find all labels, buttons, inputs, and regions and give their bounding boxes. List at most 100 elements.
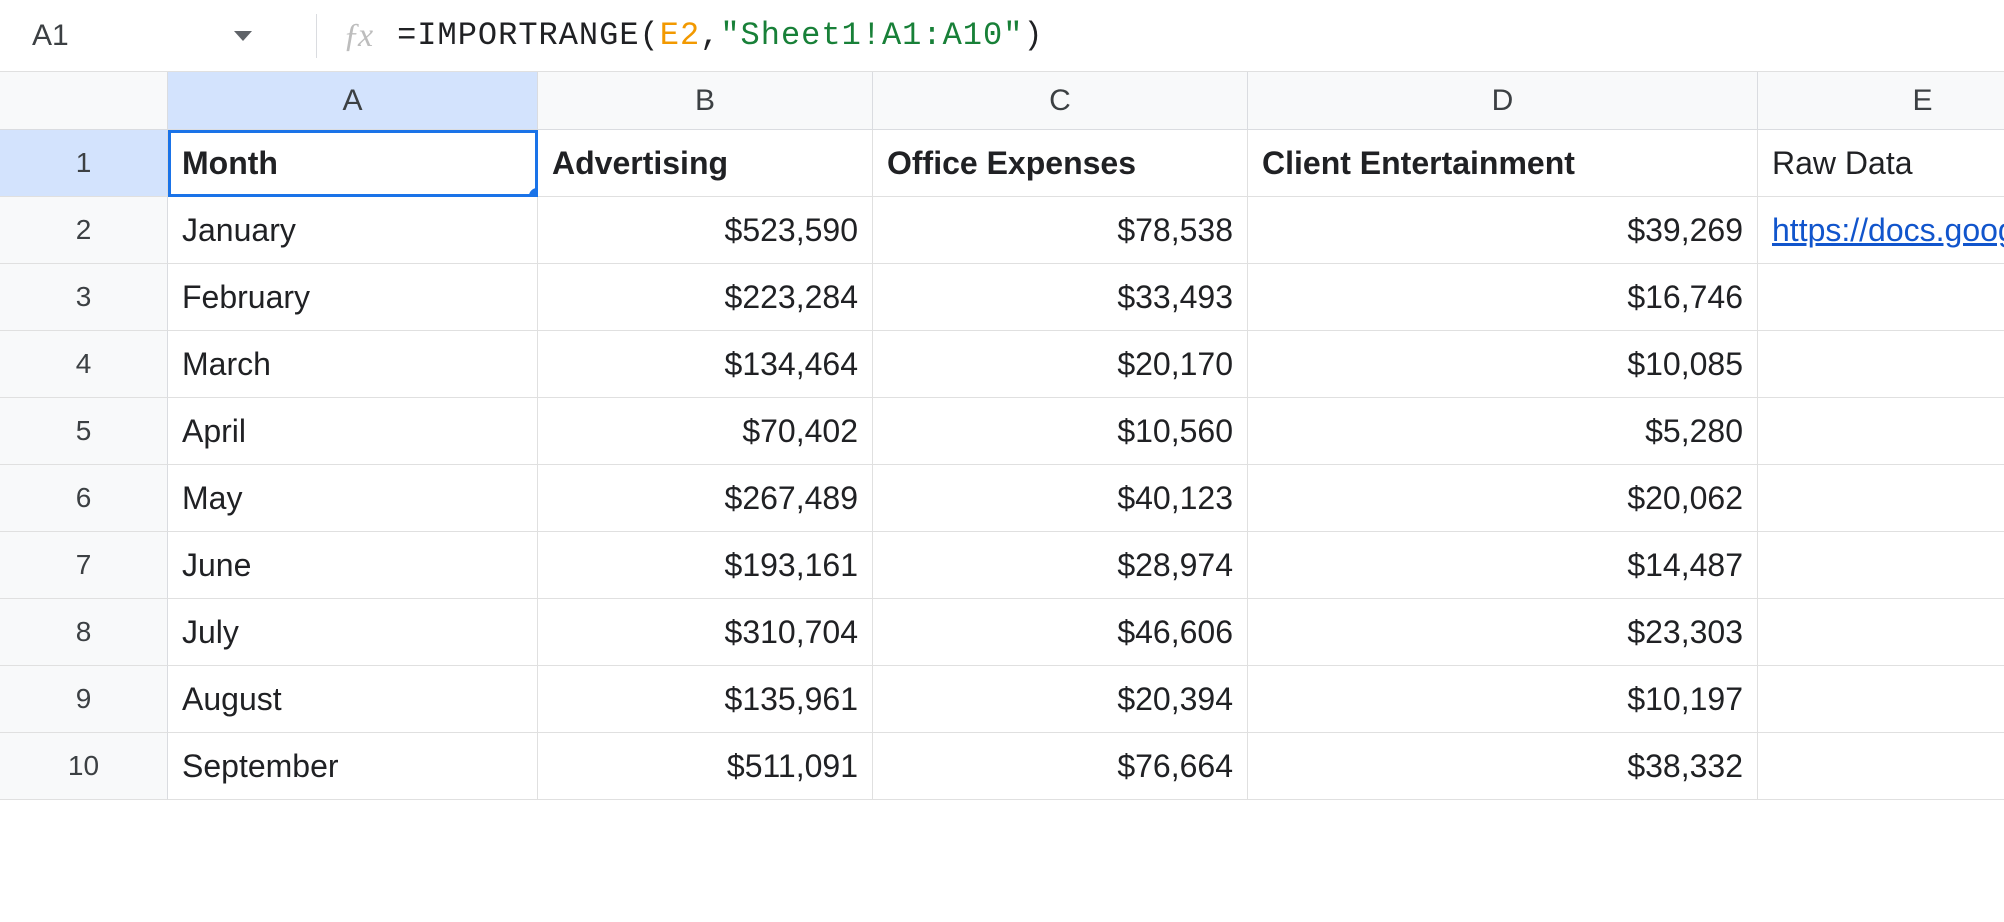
cell-value: $5,280 [1645, 413, 1743, 450]
cell-C9[interactable]: $20,394 [873, 666, 1248, 733]
row-header-6[interactable]: 6 [0, 465, 168, 532]
cell-D6[interactable]: $20,062 [1248, 465, 1758, 532]
cell-E9[interactable] [1758, 666, 2004, 733]
cell-A10[interactable]: September [168, 733, 538, 800]
cell-C7[interactable]: $28,974 [873, 532, 1248, 599]
row-header-10[interactable]: 10 [0, 733, 168, 800]
select-all-corner[interactable] [0, 72, 168, 130]
formula-str: "Sheet1!A1:A10" [720, 17, 1023, 54]
cell-value: $20,170 [1117, 346, 1233, 383]
cell-E6[interactable] [1758, 465, 2004, 532]
cell-D4[interactable]: $10,085 [1248, 331, 1758, 398]
cell-A2[interactable]: January [168, 197, 538, 264]
name-box[interactable]: A1 [10, 0, 290, 71]
cell-E1[interactable]: Raw Data [1758, 130, 2004, 197]
cell-value: $28,974 [1117, 547, 1233, 584]
cell-B7[interactable]: $193,161 [538, 532, 873, 599]
column-header-A[interactable]: A [168, 72, 538, 130]
cell-C6[interactable]: $40,123 [873, 465, 1248, 532]
cell-D3[interactable]: $16,746 [1248, 264, 1758, 331]
cell-value: $20,394 [1117, 681, 1233, 718]
chevron-down-icon[interactable] [234, 31, 252, 41]
cell-D5[interactable]: $5,280 [1248, 398, 1758, 465]
row-header-7[interactable]: 7 [0, 532, 168, 599]
cell-A1[interactable]: Month [168, 130, 538, 197]
cell-value: May [182, 480, 242, 517]
cell-E10[interactable] [1758, 733, 2004, 800]
row-header-2[interactable]: 2 [0, 197, 168, 264]
column-header-B[interactable]: B [538, 72, 873, 130]
cell-C8[interactable]: $46,606 [873, 599, 1248, 666]
cell-value: $10,560 [1117, 413, 1233, 450]
row-header-8[interactable]: 8 [0, 599, 168, 666]
cell-A6[interactable]: May [168, 465, 538, 532]
cell-E7[interactable] [1758, 532, 2004, 599]
cell-value: June [182, 547, 251, 584]
formula-open: ( [640, 17, 660, 54]
cell-D7[interactable]: $14,487 [1248, 532, 1758, 599]
spreadsheet-grid[interactable]: ABCD E 1MonthAdvertisingOffice ExpensesCli… [0, 72, 2004, 800]
cell-value: $16,746 [1627, 279, 1743, 316]
cell-C4[interactable]: $20,170 [873, 331, 1248, 398]
cell-value: $10,197 [1627, 681, 1743, 718]
cell-B2[interactable]: $523,590 [538, 197, 873, 264]
column-header-label: E [1912, 84, 1932, 118]
cell-A9[interactable]: August [168, 666, 538, 733]
cell-E3[interactable] [1758, 264, 2004, 331]
row-header-1[interactable]: 1 [0, 130, 168, 197]
cell-A5[interactable]: April [168, 398, 538, 465]
formula-input[interactable]: =IMPORTRANGE(E2,"Sheet1!A1:A10") [397, 0, 2004, 71]
cell-value: $70,402 [742, 413, 858, 450]
cell-B5[interactable]: $70,402 [538, 398, 873, 465]
formula-ref: E2 [660, 17, 700, 54]
fx-icon[interactable]: ƒx [343, 17, 371, 55]
cell-C10[interactable]: $76,664 [873, 733, 1248, 800]
cell-value: $39,269 [1627, 212, 1743, 249]
column-header-D[interactable]: D [1248, 72, 1758, 130]
cell-B10[interactable]: $511,091 [538, 733, 873, 800]
cell-value: $267,489 [725, 480, 858, 517]
cell-E4[interactable] [1758, 331, 2004, 398]
cell-B8[interactable]: $310,704 [538, 599, 873, 666]
cell-A4[interactable]: March [168, 331, 538, 398]
cell-D9[interactable]: $10,197 [1248, 666, 1758, 733]
cell-value: $76,664 [1117, 748, 1233, 785]
cell-B3[interactable]: $223,284 [538, 264, 873, 331]
row-header-5[interactable]: 5 [0, 398, 168, 465]
cell-D8[interactable]: $23,303 [1248, 599, 1758, 666]
cell-value: $14,487 [1627, 547, 1743, 584]
cell-C5[interactable]: $10,560 [873, 398, 1248, 465]
column-header-E[interactable]: E [1758, 72, 2004, 130]
cell-D1[interactable]: Client Entertainment [1248, 130, 1758, 197]
cell-A7[interactable]: June [168, 532, 538, 599]
fill-handle[interactable] [529, 188, 538, 197]
cell-C3[interactable]: $33,493 [873, 264, 1248, 331]
cell-value: March [182, 346, 271, 383]
cell-value: $23,303 [1627, 614, 1743, 651]
cell-B4[interactable]: $134,464 [538, 331, 873, 398]
formula-eq: = [397, 17, 417, 54]
row-header-9[interactable]: 9 [0, 666, 168, 733]
cell-E2[interactable]: https://docs.goog [1758, 197, 2004, 264]
cell-E8[interactable] [1758, 599, 2004, 666]
cell-A8[interactable]: July [168, 599, 538, 666]
cell-value: $40,123 [1117, 480, 1233, 517]
cell-value: $134,464 [725, 346, 858, 383]
cell-B9[interactable]: $135,961 [538, 666, 873, 733]
cell-B1[interactable]: Advertising [538, 130, 873, 197]
row-header-4[interactable]: 4 [0, 331, 168, 398]
cell-value: September [182, 748, 339, 785]
row-header-3[interactable]: 3 [0, 264, 168, 331]
cell-D10[interactable]: $38,332 [1248, 733, 1758, 800]
cell-C1[interactable]: Office Expenses [873, 130, 1248, 197]
cell-B6[interactable]: $267,489 [538, 465, 873, 532]
formula-comma: , [700, 17, 720, 54]
name-box-value: A1 [32, 19, 234, 53]
cell-C2[interactable]: $78,538 [873, 197, 1248, 264]
cell-E5[interactable] [1758, 398, 2004, 465]
cell-D2[interactable]: $39,269 [1248, 197, 1758, 264]
cell-value: January [182, 212, 296, 249]
cell-value: $511,091 [727, 748, 858, 785]
cell-A3[interactable]: February [168, 264, 538, 331]
column-header-C[interactable]: C [873, 72, 1248, 130]
